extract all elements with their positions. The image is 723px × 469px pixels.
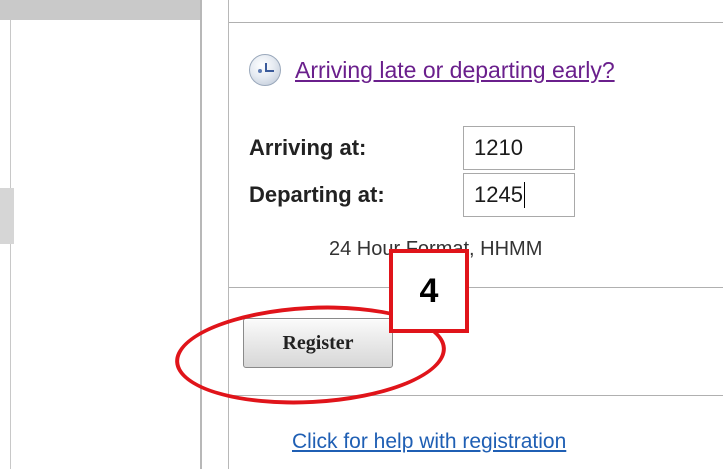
arriving-label: Arriving at: bbox=[249, 135, 367, 160]
middle-strip bbox=[202, 0, 228, 469]
departing-time-input[interactable]: 1245 bbox=[463, 173, 575, 217]
divider bbox=[229, 22, 723, 23]
left-pane bbox=[0, 20, 200, 469]
late-arrival-row: Arriving late or departing early? bbox=[249, 52, 615, 88]
late-arrival-link[interactable]: Arriving late or departing early? bbox=[295, 57, 615, 84]
step-number-badge: 4 bbox=[389, 249, 469, 333]
arriving-time-input[interactable] bbox=[463, 126, 575, 170]
divider bbox=[229, 395, 723, 396]
departing-time-value: 1245 bbox=[474, 182, 523, 207]
left-pane-border bbox=[10, 244, 11, 469]
clock-icon[interactable] bbox=[249, 54, 281, 86]
registration-panel: Arriving late or departing early? Arrivi… bbox=[228, 0, 723, 469]
text-caret bbox=[523, 182, 525, 208]
register-button[interactable]: Register bbox=[243, 318, 393, 368]
registration-help-link[interactable]: Click for help with registration bbox=[292, 430, 566, 454]
departing-label: Departing at: bbox=[249, 182, 385, 207]
arriving-row: Arriving at: bbox=[249, 126, 575, 170]
screenshot-frame: Arriving late or departing early? Arrivi… bbox=[0, 0, 723, 469]
divider bbox=[229, 287, 723, 288]
left-pane-border bbox=[10, 20, 11, 188]
left-pane-gap bbox=[0, 188, 14, 244]
departing-row: Departing at: 1245 bbox=[249, 173, 575, 217]
